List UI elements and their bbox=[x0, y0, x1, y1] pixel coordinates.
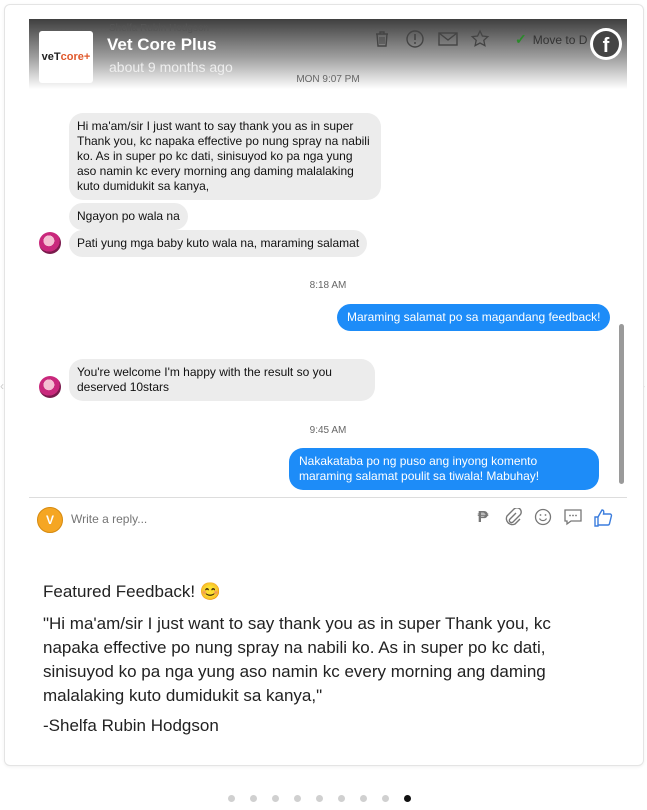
carousel-dot[interactable] bbox=[228, 795, 235, 802]
message-bubble: Pati yung mga baby kuto wala na, maramin… bbox=[69, 230, 368, 257]
saved-replies-icon[interactable] bbox=[563, 508, 583, 528]
page-avatar: V bbox=[37, 507, 63, 533]
sender-avatar bbox=[39, 376, 61, 398]
timestamp: 8:18 AM bbox=[309, 280, 347, 291]
message-bubble: Ngayon po wala na bbox=[69, 203, 188, 230]
page-name: Vet Core Plus bbox=[107, 35, 217, 54]
feedback-quote: "Hi ma'am/sir I just want to say thank y… bbox=[43, 614, 551, 705]
sender-name-small: Shelfa Rubin Hodgson bbox=[109, 23, 210, 34]
emoji-icon[interactable] bbox=[533, 508, 553, 528]
check-icon: ✓ bbox=[515, 31, 527, 47]
reply-bubble: Nakakataba po ng puso ang inyong komento… bbox=[289, 448, 599, 490]
scrollbar[interactable] bbox=[619, 324, 624, 484]
attachment-icon[interactable] bbox=[503, 507, 523, 528]
mail-icon[interactable] bbox=[437, 29, 459, 51]
message-bubble: You're welcome I'm happy with the result… bbox=[69, 359, 375, 401]
carousel-dot[interactable] bbox=[250, 795, 257, 802]
timestamp: 9:45 AM bbox=[309, 425, 347, 436]
carousel-dot[interactable] bbox=[272, 795, 279, 802]
carousel-dot[interactable] bbox=[360, 795, 367, 802]
like-icon[interactable] bbox=[593, 508, 613, 528]
featured-heading: Featured Feedback! 😊 bbox=[43, 582, 222, 601]
message-bubble: Hi ma'am/sir I just want to say thank yo… bbox=[69, 113, 381, 200]
star-icon[interactable] bbox=[469, 29, 491, 51]
feedback-author: -Shelfa Rubin Hodgson bbox=[43, 716, 219, 735]
carousel-dot[interactable] bbox=[404, 795, 411, 802]
sender-avatar bbox=[39, 232, 61, 254]
reply-input[interactable] bbox=[69, 511, 453, 527]
trash-icon[interactable] bbox=[371, 29, 393, 51]
carousel-dots bbox=[228, 795, 411, 802]
carousel-dot[interactable] bbox=[294, 795, 301, 802]
reply-bubble: Maraming salamat po sa magandang feedbac… bbox=[337, 304, 611, 331]
peso-icon[interactable]: ₱ bbox=[473, 508, 493, 528]
report-icon[interactable] bbox=[404, 29, 426, 51]
timestamp: MON 9:07 PM bbox=[296, 74, 360, 85]
testimonial-card: Shelfa Rubin Hodgson veT core+ Vet Core P… bbox=[4, 4, 644, 766]
messenger-screenshot: Shelfa Rubin Hodgson veT core+ Vet Core P… bbox=[29, 19, 627, 555]
carousel-dot[interactable] bbox=[338, 795, 345, 802]
time-ago: about 9 months ago bbox=[109, 59, 233, 75]
facebook-icon: f bbox=[590, 28, 622, 60]
carousel-dot[interactable] bbox=[382, 795, 389, 802]
reply-bar: V ₱ bbox=[29, 497, 627, 540]
move-to-button[interactable]: ✓ Move to D bbox=[515, 31, 587, 48]
carousel-dot[interactable] bbox=[316, 795, 323, 802]
